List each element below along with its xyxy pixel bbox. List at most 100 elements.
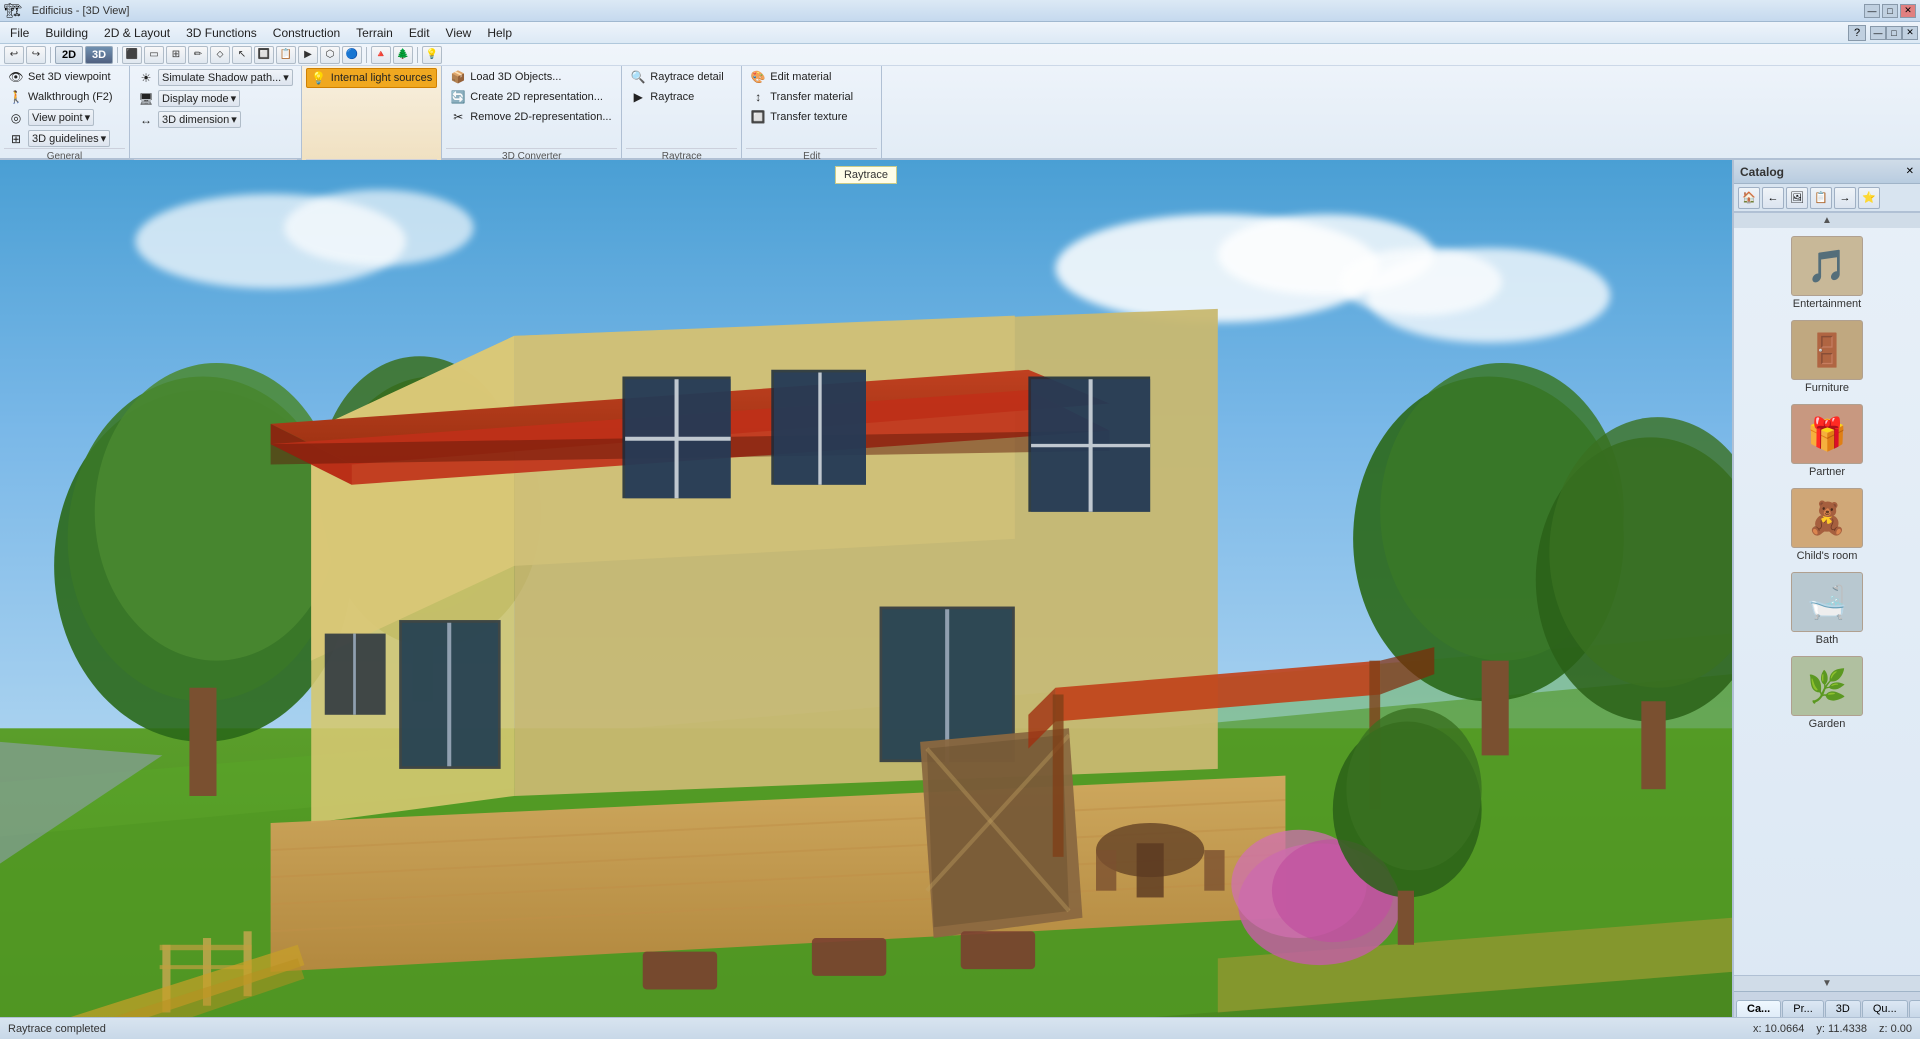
catalog-nav-down[interactable]: ▼ xyxy=(1734,975,1920,991)
simulate-shadow-button[interactable]: ☀ Simulate Shadow path... ▾ xyxy=(134,68,297,87)
btab-quantities[interactable]: Qu... xyxy=(1862,1000,1908,1017)
close-button[interactable]: ✕ xyxy=(1900,4,1916,18)
toolbar-group-raytrace: 🔍 Raytrace detail ▶ Raytrace Raytrace xyxy=(622,66,742,164)
statusbar-right: x: 10.0664 y: 11.4338 z: 0.00 xyxy=(1753,1023,1912,1035)
catalog-item-bath[interactable]: 🛁 Bath xyxy=(1738,568,1916,650)
tb-icon-7[interactable]: 🔲 xyxy=(254,46,274,64)
menubar: File Building 2D & Layout 3D Functions C… xyxy=(0,22,1920,44)
simulate-shadow-dropdown[interactable]: Simulate Shadow path... ▾ xyxy=(158,69,293,86)
catalog-home-button[interactable]: 🏠 xyxy=(1738,187,1760,209)
tb-icon-13[interactable]: 🌲 xyxy=(393,46,413,64)
menu-edit[interactable]: Edit xyxy=(401,24,438,42)
toolbar-minimize[interactable]: — xyxy=(1870,26,1886,40)
coord-z: z: 0.00 xyxy=(1879,1023,1912,1035)
tb-icon-8[interactable]: 📋 xyxy=(276,46,296,64)
converter-buttons: 📦 Load 3D Objects... 🔄 Create 2D represe… xyxy=(446,68,617,148)
raytrace-button[interactable]: ▶ Raytrace xyxy=(626,88,737,106)
undo-button[interactable]: ↩ xyxy=(4,46,24,64)
tb-icon-4[interactable]: ✏ xyxy=(188,46,208,64)
btab-pv[interactable]: PV... xyxy=(1909,1000,1920,1017)
mode-3d-button[interactable]: 3D xyxy=(85,46,113,64)
catalog-toolbar: 🏠 ← 🖼 📋 → ⭐ xyxy=(1734,184,1920,212)
load-3d-objects-button[interactable]: 📦 Load 3D Objects... xyxy=(446,68,617,86)
tb-icon-11[interactable]: 🔵 xyxy=(342,46,362,64)
btab-properties[interactable]: Pr... xyxy=(1782,1000,1824,1017)
catalog-img2-button[interactable]: 📋 xyxy=(1810,187,1832,209)
btab-3d[interactable]: 3D xyxy=(1825,1000,1861,1017)
set-3d-viewpoint-button[interactable]: 👁 Set 3D viewpoint xyxy=(4,68,125,86)
mode-2d-button[interactable]: 2D xyxy=(55,46,83,64)
display-mode-button[interactable]: 🖥 Display mode ▾ xyxy=(134,89,297,108)
catalog-item-partner[interactable]: 🎁 Partner xyxy=(1738,400,1916,482)
catalog-img-button[interactable]: 🖼 xyxy=(1786,187,1808,209)
toolbar-group-light: 💡 Internal light sources xyxy=(302,66,443,164)
3d-dimension-button[interactable]: ↔ 3D dimension ▾ xyxy=(134,110,297,129)
catalog-close-icon[interactable]: ✕ xyxy=(1906,166,1914,177)
catalog-nav-up[interactable]: ▲ xyxy=(1734,212,1920,228)
3d-guidelines-button[interactable]: ⊞ 3D guidelines ▾ xyxy=(4,129,125,148)
raytrace-detail-button[interactable]: 🔍 Raytrace detail xyxy=(626,68,737,86)
tb-icon-5[interactable]: ⬦ xyxy=(210,46,230,64)
display-mode-icon: 🖥 xyxy=(138,91,154,107)
catalog-fav-button[interactable]: ⭐ xyxy=(1858,187,1880,209)
sep1 xyxy=(50,47,51,63)
viewpoint-dropdown[interactable]: View point ▾ xyxy=(28,109,94,126)
catalog-back-button[interactable]: ← xyxy=(1762,187,1784,209)
light-icon: 💡 xyxy=(311,70,327,86)
tb-icon-10[interactable]: ⬡ xyxy=(320,46,340,64)
menu-terrain[interactable]: Terrain xyxy=(348,24,401,42)
menu-3d-functions[interactable]: 3D Functions xyxy=(178,24,265,42)
menu-view[interactable]: View xyxy=(438,24,480,42)
entertainment-icon: 🎵 xyxy=(1791,236,1863,296)
catalog-title: Catalog xyxy=(1740,165,1784,179)
tb-icon-1[interactable]: ⬛ xyxy=(122,46,142,64)
3d-dim-dropdown[interactable]: 3D dimension ▾ xyxy=(158,111,241,128)
transfer-material-button[interactable]: ↕ Transfer material xyxy=(746,88,877,106)
tb-icon-3[interactable]: ⊞ xyxy=(166,46,186,64)
catalog-item-entertainment[interactable]: 🎵 Entertainment xyxy=(1738,232,1916,314)
transfer-texture-button[interactable]: 🔲 Transfer texture xyxy=(746,108,877,126)
tb-icon-9[interactable]: ▶ xyxy=(298,46,318,64)
help-icon[interactable]: ? xyxy=(1848,25,1866,41)
tb-icon-6[interactable]: ↖ xyxy=(232,46,252,64)
load-3d-icon: 📦 xyxy=(450,69,466,85)
internal-light-sources-button[interactable]: 💡 Internal light sources xyxy=(306,68,438,88)
walkthrough-button[interactable]: 🚶 Walkthrough (F2) xyxy=(4,88,125,106)
edit-material-button[interactable]: 🎨 Edit material xyxy=(746,68,877,86)
menu-construction[interactable]: Construction xyxy=(265,24,348,42)
menu-help[interactable]: Help xyxy=(479,24,520,42)
edit-material-icon: 🎨 xyxy=(750,69,766,85)
create-2d-rep-button[interactable]: 🔄 Create 2D representation... xyxy=(446,88,617,106)
guidelines-dropdown[interactable]: 3D guidelines ▾ xyxy=(28,130,110,147)
catalog-item-garden[interactable]: 🌿 Garden xyxy=(1738,652,1916,734)
remove-2d-rep-button[interactable]: ✂ Remove 2D-representation... xyxy=(446,108,617,126)
toolbar-close[interactable]: ✕ xyxy=(1902,26,1918,40)
toolbar: ↩ ↪ 2D 3D ⬛ ▭ ⊞ ✏ ⬦ ↖ 🔲 📋 ▶ ⬡ 🔵 🔺 🌲 💡 👁 … xyxy=(0,44,1920,160)
tb-icon-12[interactable]: 🔺 xyxy=(371,46,391,64)
display-mode-dropdown[interactable]: Display mode ▾ xyxy=(158,90,240,107)
sep3 xyxy=(366,47,367,63)
catalog-item-childs-room[interactable]: 🧸 Child's room xyxy=(1738,484,1916,566)
toolbar-group-general: 👁 Set 3D viewpoint 🚶 Walkthrough (F2) ◎ … xyxy=(0,66,130,164)
menu-2d-layout[interactable]: 2D & Layout xyxy=(96,24,178,42)
viewport[interactable]: Raytrace xyxy=(0,160,1732,1017)
catalog-fwd-button[interactable]: → xyxy=(1834,187,1856,209)
simulate-buttons: ☀ Simulate Shadow path... ▾ 🖥 Display mo… xyxy=(134,68,297,159)
minimize-button[interactable]: — xyxy=(1864,4,1880,18)
maximize-button[interactable]: □ xyxy=(1882,4,1898,18)
sep2 xyxy=(117,47,118,63)
tb-icon-2[interactable]: ▭ xyxy=(144,46,164,64)
toolbar-maximize[interactable]: □ xyxy=(1886,26,1902,40)
titlebar-title: Edificius - [3D View] xyxy=(32,5,130,17)
tb-icon-14[interactable]: 💡 xyxy=(422,46,442,64)
bath-icon: 🛁 xyxy=(1791,572,1863,632)
menu-building[interactable]: Building xyxy=(37,24,96,42)
statusbar-left: Raytrace completed xyxy=(8,1023,106,1035)
btab-catalog[interactable]: Ca... xyxy=(1736,1000,1781,1017)
catalog-item-furniture[interactable]: 🚪 Furniture xyxy=(1738,316,1916,398)
view-point-button[interactable]: ◎ View point ▾ xyxy=(4,108,125,127)
redo-button[interactable]: ↪ xyxy=(26,46,46,64)
bottom-tabs: Ca... Pr... 3D Qu... PV... xyxy=(1734,991,1920,1017)
menu-file[interactable]: File xyxy=(2,24,37,42)
raytrace-buttons: 🔍 Raytrace detail ▶ Raytrace xyxy=(626,68,737,148)
